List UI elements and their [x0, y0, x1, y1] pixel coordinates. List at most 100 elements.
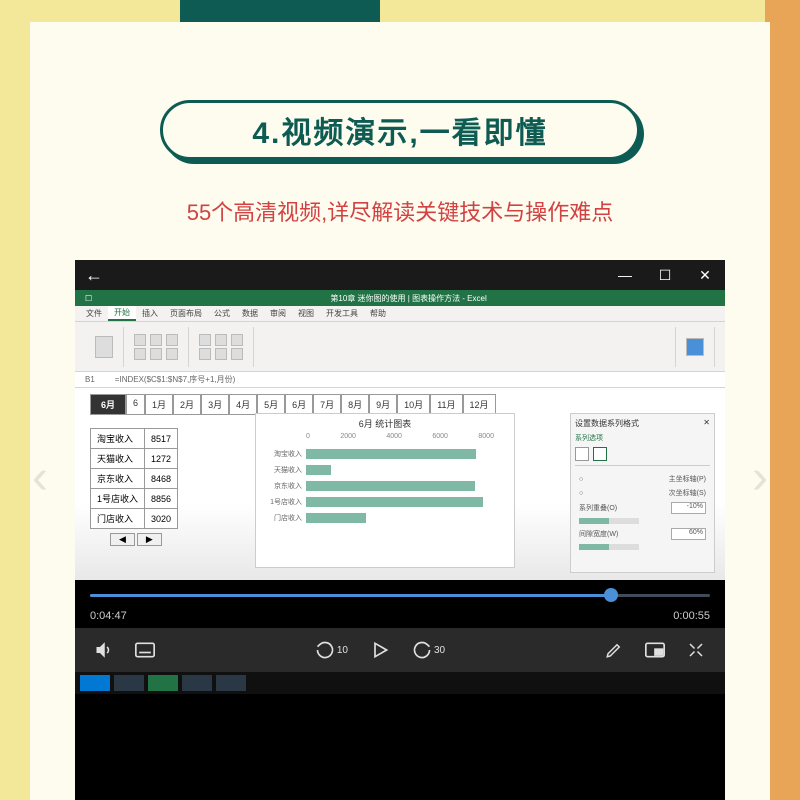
excel-tab[interactable]: 页面布局 [164, 306, 208, 321]
excel-tab[interactable]: 数据 [236, 306, 264, 321]
taskbar-item[interactable] [148, 675, 178, 691]
table-row: 淘宝收入8517 [91, 429, 178, 449]
month-tab[interactable]: 12月 [463, 394, 496, 415]
font-icon[interactable] [166, 348, 178, 360]
chart-title: 6月 统计图表 [256, 414, 514, 433]
excel-tab[interactable]: 视图 [292, 306, 320, 321]
chart-bar-row: 1号店收入 [266, 497, 504, 507]
chart-bar[interactable] [306, 497, 483, 507]
excel-screenshot: ☐ 第10章 迷你图的使用 | 图表操作方法 - Excel 文件 开始 插入 … [75, 290, 725, 580]
month-tab[interactable]: 2月 [173, 394, 201, 415]
month-tab[interactable]: 8月 [341, 394, 369, 415]
radio-primary-axis[interactable]: 主坐标轴(P) [669, 474, 706, 484]
taskbar-item[interactable] [216, 675, 246, 691]
month-tab[interactable]: 6 [126, 394, 145, 415]
video-seekbar[interactable] [75, 580, 725, 610]
play-button[interactable] [370, 640, 390, 660]
month-tab[interactable]: 5月 [257, 394, 285, 415]
align-icon[interactable] [231, 348, 243, 360]
window-titlebar: ← — ☐ ✕ [75, 260, 725, 290]
paste-icon[interactable] [95, 336, 113, 358]
align-icon[interactable] [215, 348, 227, 360]
excel-tab[interactable]: 开发工具 [320, 306, 364, 321]
worksheet-area: 6月 6 1月 2月 3月 4月 5月 6月 7月 8月 9月 10月 11月 … [75, 388, 725, 580]
format-panel: 设置数据系列格式 ✕ 系列选项 ○主坐标轴(P) ○次坐标轴(S) [570, 413, 715, 573]
subtitle-icon[interactable] [135, 642, 155, 658]
align-icon[interactable] [199, 348, 211, 360]
taskbar-item[interactable] [182, 675, 212, 691]
pen-icon[interactable] [605, 641, 623, 659]
month-tab[interactable]: 1月 [145, 394, 173, 415]
excel-tab[interactable]: 审阅 [264, 306, 292, 321]
chart-bar[interactable] [306, 449, 476, 459]
scroll-left-button[interactable]: ◀ [110, 533, 135, 546]
excel-tab[interactable]: 文件 [80, 306, 108, 321]
video-controls: 10 30 [75, 628, 725, 672]
section-title-pill: 4.视频演示,一看即懂 [160, 100, 640, 160]
chart-bar[interactable] [306, 465, 331, 475]
carousel-next-icon[interactable]: › [752, 450, 768, 505]
chart-bar-label: 京东收入 [266, 481, 306, 491]
font-icon[interactable] [134, 348, 146, 360]
bar-chart[interactable]: 6月 统计图表 0 2000 4000 6000 8000 淘宝收入天猫收入京东… [255, 413, 515, 568]
share-icon[interactable] [686, 338, 704, 356]
fullscreen-icon[interactable] [687, 641, 705, 659]
overlap-input[interactable]: -10% [671, 502, 706, 514]
format-fill-icon[interactable] [575, 447, 589, 461]
pip-icon[interactable] [645, 642, 665, 658]
gap-input[interactable]: 60% [671, 528, 706, 540]
start-button[interactable] [80, 675, 110, 691]
chart-bar-label: 天猫收入 [266, 465, 306, 475]
window-maximize-button[interactable]: ☐ [645, 267, 685, 284]
excel-tab-active[interactable]: 开始 [108, 306, 136, 321]
toolbar-group [254, 327, 676, 367]
month-tab[interactable]: 6月 [285, 394, 313, 415]
chart-bar-row: 门店收入 [266, 513, 504, 523]
skip-forward-button[interactable]: 30 [412, 640, 445, 660]
month-tab[interactable]: 3月 [201, 394, 229, 415]
gap-slider[interactable] [579, 544, 639, 550]
format-panel-close-icon[interactable]: ✕ [703, 418, 710, 429]
carousel-prev-icon[interactable]: ‹ [32, 450, 48, 505]
excel-tab[interactable]: 帮助 [364, 306, 392, 321]
taskbar-item[interactable] [114, 675, 144, 691]
excel-tab[interactable]: 插入 [136, 306, 164, 321]
format-section-label: 系列选项 [575, 433, 710, 443]
month-tab[interactable]: 7月 [313, 394, 341, 415]
volume-icon[interactable] [95, 641, 113, 659]
overlap-label: 系列重叠(O) [579, 503, 617, 513]
window-close-button[interactable]: ✕ [685, 267, 725, 284]
radio-secondary-axis[interactable]: 次坐标轴(S) [669, 488, 706, 498]
align-icon[interactable] [215, 334, 227, 346]
font-icon[interactable] [134, 334, 146, 346]
section-subtitle: 55个高清视频,详尽解读关键技术与操作难点 [187, 195, 614, 227]
month-tab[interactable]: 11月 [430, 394, 462, 415]
orange-decor [765, 0, 800, 800]
skip-back-button[interactable]: 10 [315, 640, 348, 660]
excel-title: 第10章 迷你图的使用 | 图表操作方法 - Excel [330, 293, 486, 304]
chart-bar[interactable] [306, 481, 475, 491]
format-series-icon[interactable] [593, 447, 607, 461]
month-tab[interactable]: 10月 [397, 394, 430, 415]
align-icon[interactable] [231, 334, 243, 346]
section-title: 4.视频演示,一看即懂 [252, 108, 547, 152]
align-icon[interactable] [199, 334, 211, 346]
scroll-right-button[interactable]: ▶ [137, 533, 162, 546]
back-arrow-icon[interactable]: ← [85, 265, 103, 286]
window-minimize-button[interactable]: — [605, 267, 645, 283]
font-icon[interactable] [166, 334, 178, 346]
remaining-time: 0:00:55 [673, 610, 710, 622]
overlap-slider[interactable] [579, 518, 639, 524]
excel-tab[interactable]: 公式 [208, 306, 236, 321]
seek-track[interactable] [90, 594, 710, 597]
chart-bar[interactable] [306, 513, 366, 523]
formula-bar[interactable]: B1 =INDEX($C$1:$N$7,序号+1,月份) [75, 372, 725, 388]
font-icon[interactable] [150, 334, 162, 346]
sheet-scroll: ◀ ▶ [110, 533, 162, 546]
month-tab[interactable]: 4月 [229, 394, 257, 415]
font-icon[interactable] [150, 348, 162, 360]
month-tab[interactable]: 9月 [369, 394, 397, 415]
seek-thumb-icon[interactable] [604, 588, 618, 602]
chart-bars: 淘宝收入天猫收入京东收入1号店收入门店收入 [256, 440, 514, 532]
month-tab-selected[interactable]: 6月 [90, 394, 126, 415]
